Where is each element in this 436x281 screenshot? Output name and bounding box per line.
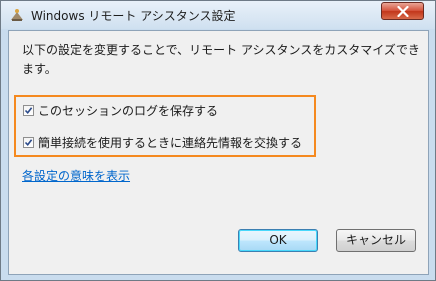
checkmark-icon [24,107,33,115]
ok-button[interactable]: OK [238,229,318,252]
checkmark-icon [24,139,33,147]
save-log-label: このセッションのログを保存する [38,104,219,118]
exchange-contact-checkbox[interactable] [23,137,34,148]
window-title: Windows リモート アシスタンス設定 [31,9,236,23]
title-bar[interactable]: Windows リモート アシスタンス設定 [1,1,435,29]
dialog-content: 以下の設定を変更することで、リモート アシスタンスをカスタマイズできます。 この… [8,30,429,275]
save-log-checkbox[interactable] [23,105,34,116]
dialog-window: Windows リモート アシスタンス設定 以下の設定を変更することで、リモート… [0,0,436,281]
close-icon [397,6,409,17]
exchange-contact-option[interactable]: 簡単接続を使用するときに連絡先情報を交換する [23,134,302,151]
settings-help-link[interactable]: 各設定の意味を表示 [22,167,130,184]
close-button[interactable] [381,2,424,20]
cancel-button[interactable]: キャンセル [336,229,416,252]
remote-assistance-app-icon [9,7,25,23]
exchange-contact-label: 簡単接続を使用するときに連絡先情報を交換する [38,136,303,150]
save-log-option[interactable]: このセッションのログを保存する [23,102,218,119]
description-text: 以下の設定を変更することで、リモート アシスタンスをカスタマイズできます。 [22,43,420,76]
